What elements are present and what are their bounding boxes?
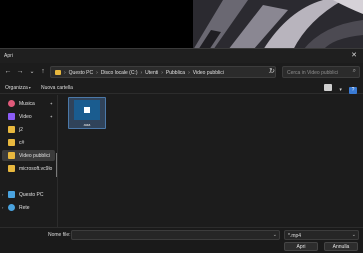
file-name: aaa bbox=[83, 122, 91, 127]
open-file-dialog: Apri ✕ ← → ⌄ ↑ › Questo PC › Disco locale (… bbox=[0, 48, 363, 253]
navigation-pane: Musica ✦ Video ✦ j2 c# Video pubblici mi… bbox=[0, 95, 58, 227]
sidebar-item-label: Musica bbox=[19, 101, 35, 107]
filename-field[interactable]: ⌄ bbox=[71, 230, 280, 240]
sidebar-item-label: j2 bbox=[19, 127, 23, 133]
sidebar-item-label: Video bbox=[19, 114, 32, 120]
file-list: aaa bbox=[59, 95, 363, 227]
breadcrumb-separator: › bbox=[188, 70, 190, 76]
sidebar-item-questo-pc[interactable]: › Questo PC bbox=[2, 189, 55, 200]
view-dropdown-icon[interactable]: ▾ bbox=[337, 87, 345, 94]
video-icon bbox=[8, 113, 15, 120]
breadcrumb-separator: › bbox=[140, 70, 143, 76]
change-view-icon[interactable] bbox=[324, 84, 333, 91]
music-icon bbox=[8, 100, 15, 107]
video-file-icon bbox=[74, 100, 100, 120]
file-item[interactable]: aaa bbox=[68, 97, 106, 129]
expand-icon[interactable]: › bbox=[2, 192, 3, 197]
filename-label: Nome file: bbox=[48, 232, 71, 238]
organize-label: Organizza bbox=[5, 85, 28, 91]
up-icon[interactable]: ↑ bbox=[39, 68, 47, 76]
sidebar-item-video-pubblici[interactable]: Video pubblici bbox=[2, 150, 55, 161]
command-bar: Organizza▾ Nuova cartella ▾ ? bbox=[0, 82, 363, 94]
folder-icon bbox=[8, 152, 15, 159]
back-icon[interactable]: ← bbox=[4, 68, 12, 76]
folder-icon bbox=[8, 139, 15, 146]
recent-locations-chevron-icon[interactable]: ⌄ bbox=[28, 68, 36, 76]
cancel-button[interactable]: Annulla bbox=[324, 242, 358, 251]
dialog-footer: Nome file: ⌄ *.mp4 ⌄ Apri Annulla bbox=[0, 227, 363, 253]
open-button[interactable]: Apri bbox=[284, 242, 318, 251]
network-icon bbox=[8, 204, 15, 211]
sidebar-item-microsoft-vc9lo[interactable]: microsoft.vc9lo bbox=[2, 163, 55, 174]
breadcrumb: › Questo PC › Disco locale (C:) › Utenti › Pubb… bbox=[64, 70, 224, 76]
dialog-title: Apri bbox=[4, 53, 13, 59]
organize-button[interactable]: Organizza▾ bbox=[5, 85, 31, 91]
sidebar-item-label: Questo PC bbox=[19, 192, 44, 198]
breadcrumb-separator: › bbox=[64, 70, 66, 76]
sidebar-item-label: Video pubblici bbox=[19, 153, 51, 159]
search-placeholder: Cerca in Video pubblici bbox=[287, 70, 339, 76]
sidebar-item-j2[interactable]: j2 bbox=[2, 124, 55, 135]
sidebar-item-label: microsoft.vc9lo bbox=[19, 166, 53, 172]
breadcrumb-separator: › bbox=[96, 70, 98, 76]
breadcrumb-questo-pc[interactable]: Questo PC bbox=[69, 70, 93, 76]
breadcrumb-disco-locale[interactable]: Disco locale (C:) bbox=[101, 70, 138, 76]
background-artwork bbox=[193, 0, 363, 50]
sidebar-item-label: c# bbox=[19, 140, 25, 146]
search-input[interactable]: Cerca in Video pubblici ⌕ bbox=[282, 66, 360, 78]
pc-icon bbox=[8, 191, 15, 198]
pin-icon: ✦ bbox=[49, 101, 53, 106]
expand-icon[interactable]: › bbox=[2, 205, 3, 210]
sidebar-item-label: Rete bbox=[19, 205, 30, 211]
breadcrumb-video-pubblici[interactable]: Video pubblici bbox=[193, 70, 224, 76]
navigation-bar: ← → ⌄ ↑ › Questo PC › Disco locale (C:) › Ute… bbox=[0, 64, 363, 80]
chevron-down-icon: ▾ bbox=[28, 85, 31, 90]
sidebar-item-musica[interactable]: Musica ✦ bbox=[2, 98, 55, 109]
close-icon[interactable]: ✕ bbox=[349, 51, 359, 61]
file-type-value: *.mp4 bbox=[288, 233, 302, 239]
forward-icon[interactable]: → bbox=[16, 68, 24, 76]
breadcrumb-separator: › bbox=[161, 70, 163, 76]
help-icon[interactable]: ? bbox=[349, 87, 357, 94]
sidebar-item-rete[interactable]: › Rete bbox=[2, 202, 55, 213]
sidebar-scrollbar[interactable] bbox=[56, 153, 57, 177]
folder-icon bbox=[8, 126, 15, 133]
dialog-titlebar: Apri ✕ bbox=[0, 49, 363, 63]
search-icon: ⌕ bbox=[352, 68, 356, 74]
breadcrumb-pubblica[interactable]: Pubblica bbox=[166, 70, 185, 76]
address-bar[interactable]: › Questo PC › Disco locale (C:) › Utenti › Pubb… bbox=[50, 66, 276, 78]
chevron-down-icon[interactable]: ⌄ bbox=[273, 232, 277, 238]
folder-icon bbox=[8, 165, 15, 172]
breadcrumb-utenti[interactable]: Utenti bbox=[145, 70, 158, 76]
sidebar-item-c-sharp[interactable]: c# bbox=[2, 137, 55, 148]
pin-icon: ✦ bbox=[49, 114, 53, 119]
folder-icon bbox=[55, 70, 61, 75]
file-type-filter[interactable]: *.mp4 ⌄ bbox=[284, 230, 359, 240]
sidebar-item-video[interactable]: Video ✦ bbox=[2, 111, 55, 122]
view-options: ▾ ? bbox=[321, 84, 357, 94]
chevron-down-icon: ⌄ bbox=[351, 232, 356, 238]
new-folder-button[interactable]: Nuova cartella bbox=[41, 85, 73, 91]
refresh-icon[interactable]: ↻ bbox=[268, 68, 276, 76]
